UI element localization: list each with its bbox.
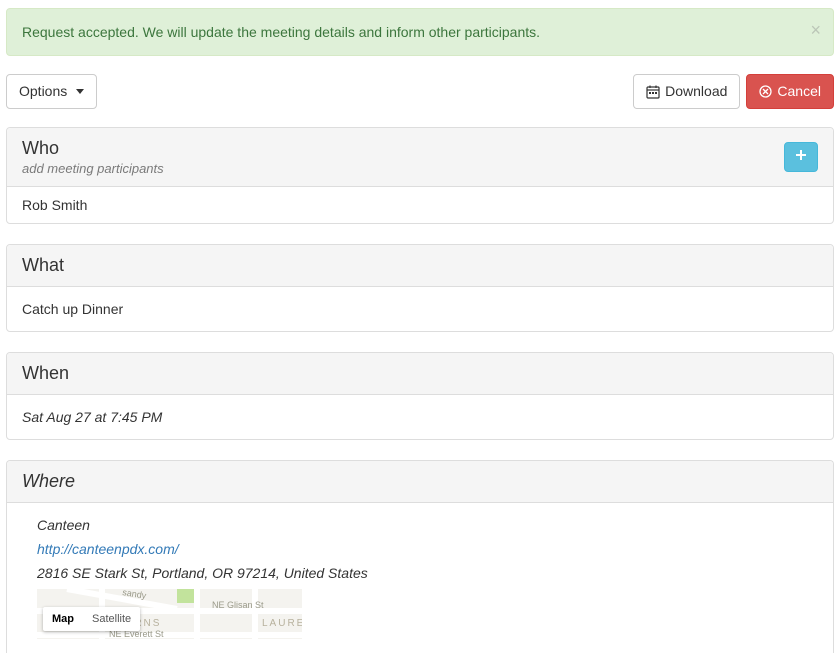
who-body: Rob Smith: [7, 187, 833, 223]
cancel-icon: [759, 85, 772, 98]
when-title: When: [22, 363, 69, 384]
cancel-button[interactable]: Cancel: [746, 74, 834, 109]
who-subtitle: add meeting participants: [22, 161, 164, 176]
svg-text:LAUREL: LAUREL: [262, 618, 302, 629]
when-body: Sat Aug 27 at 7:45 PM: [7, 395, 833, 439]
map-tab-map[interactable]: Map: [43, 607, 83, 631]
download-button[interactable]: Download: [633, 74, 740, 109]
location-address: 2816 SE Stark St, Portland, OR 97214, Un…: [37, 565, 818, 581]
map-tab-satellite[interactable]: Satellite: [83, 607, 140, 631]
panel-when: When Sat Aug 27 at 7:45 PM: [6, 352, 834, 440]
what-title: What: [22, 255, 64, 276]
panel-heading-where: Where: [7, 461, 833, 503]
add-participant-button[interactable]: [784, 142, 818, 172]
where-body: Canteen http://canteenpdx.com/ 2816 SE S…: [7, 503, 833, 653]
location-url[interactable]: http://canteenpdx.com/: [37, 541, 179, 557]
alert-success: Request accepted. We will update the mee…: [6, 8, 834, 56]
chevron-down-icon: [76, 89, 84, 94]
plus-icon: [795, 148, 807, 166]
toolbar: Options Download Cancel: [6, 74, 834, 109]
options-label: Options: [19, 81, 67, 102]
when-value: Sat Aug 27 at 7:45 PM: [22, 409, 162, 425]
where-title: Where: [22, 471, 75, 492]
alert-message: Request accepted. We will update the mee…: [22, 24, 540, 40]
panel-heading-what: What: [7, 245, 833, 287]
map-type-controls: Map Satellite: [43, 607, 140, 631]
close-icon[interactable]: ×: [810, 21, 821, 39]
location-name: Canteen: [37, 517, 818, 533]
map[interactable]: NE Glisan St NE Everett St sandy KERNS L…: [37, 589, 302, 639]
svg-text:NE Glisan St: NE Glisan St: [212, 600, 264, 610]
cancel-label: Cancel: [777, 81, 821, 102]
download-label: Download: [665, 81, 727, 102]
options-dropdown[interactable]: Options: [6, 74, 97, 109]
what-value: Catch up Dinner: [22, 301, 123, 317]
what-body: Catch up Dinner: [7, 287, 833, 331]
panel-who: Who add meeting participants Rob Smith: [6, 127, 834, 224]
who-title: Who: [22, 138, 164, 159]
panel-heading-when: When: [7, 353, 833, 395]
calendar-icon: [646, 85, 660, 99]
panel-heading-who: Who add meeting participants: [7, 128, 833, 187]
panel-where: Where Canteen http://canteenpdx.com/ 281…: [6, 460, 834, 653]
toolbar-right: Download Cancel: [633, 74, 834, 109]
panel-what: What Catch up Dinner: [6, 244, 834, 332]
participant-name: Rob Smith: [22, 197, 87, 213]
